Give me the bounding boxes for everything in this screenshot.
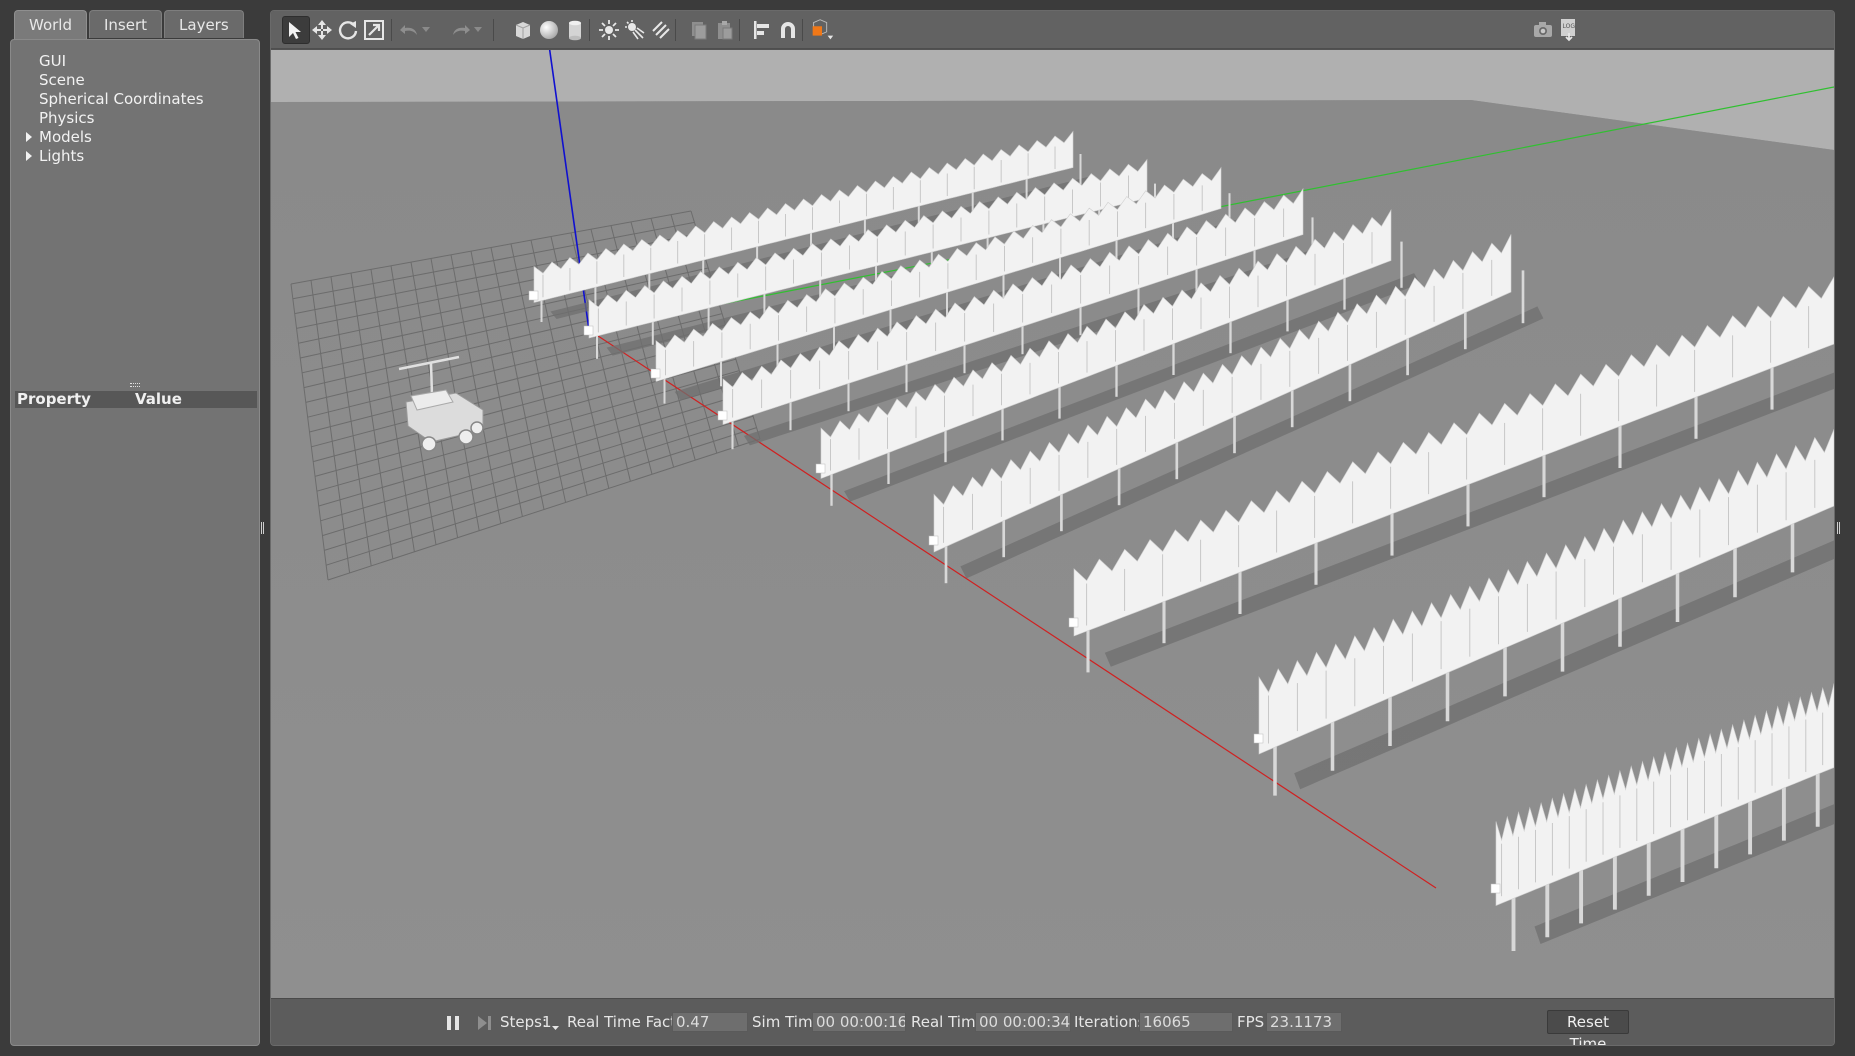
property-column-header: Property bbox=[17, 390, 91, 408]
snap-magnet-icon[interactable] bbox=[774, 16, 802, 44]
right-panel-collapse-handle[interactable] bbox=[1837, 522, 1840, 534]
spot-light-icon[interactable] bbox=[621, 16, 649, 44]
property-table-header: Property Value bbox=[15, 391, 257, 408]
steps-label: Steps: bbox=[500, 1013, 548, 1031]
tab-world[interactable]: World bbox=[14, 10, 87, 40]
world-tree: GUI Scene Spherical Coordinates Physics … bbox=[11, 52, 259, 166]
view-angle-icon[interactable] bbox=[808, 16, 836, 44]
tree-item-label: Physics bbox=[39, 109, 95, 127]
expand-arrow-icon[interactable] bbox=[26, 151, 32, 161]
tree-item-scene[interactable]: Scene bbox=[11, 71, 259, 90]
reset-time-button[interactable]: Reset Time bbox=[1547, 1010, 1629, 1045]
left-panel-collapse-handle[interactable] bbox=[261, 522, 264, 534]
value-column-header: Value bbox=[135, 390, 182, 408]
step-icon[interactable] bbox=[474, 1009, 496, 1037]
tree-item-models[interactable]: Models bbox=[11, 128, 259, 147]
world-panel: GUI Scene Spherical Coordinates Physics … bbox=[10, 39, 260, 1046]
expand-arrow-icon[interactable] bbox=[26, 132, 32, 142]
splitter-handle[interactable] bbox=[130, 383, 140, 387]
copy-icon[interactable] bbox=[685, 16, 713, 44]
log-icon[interactable]: LOG bbox=[1555, 16, 1583, 44]
tab-layers[interactable]: Layers bbox=[164, 10, 244, 38]
tree-item-label: Spherical Coordinates bbox=[39, 90, 204, 108]
sim-time-field: 00 00:00:16.065 bbox=[812, 1012, 906, 1032]
scene-render[interactable] bbox=[271, 50, 1834, 998]
tree-item-label: Models bbox=[39, 128, 92, 146]
svg-text:LOG: LOG bbox=[1563, 23, 1576, 30]
toolbar: LOG bbox=[271, 11, 1834, 49]
real-time-factor-field: 0.47 bbox=[672, 1012, 748, 1032]
tree-item-label: GUI bbox=[39, 52, 67, 70]
left-panel: World Insert Layers GUI Scene Spherical … bbox=[10, 10, 260, 1046]
rotate-icon[interactable] bbox=[334, 16, 362, 44]
align-icon[interactable] bbox=[748, 16, 776, 44]
tree-item-lights[interactable]: Lights bbox=[11, 147, 259, 166]
tree-item-physics[interactable]: Physics bbox=[11, 109, 259, 128]
sphere-icon[interactable] bbox=[535, 16, 563, 44]
real-time-field: 00 00:00:34.420 bbox=[975, 1012, 1071, 1032]
directional-light-icon[interactable] bbox=[647, 16, 675, 44]
steps-spinner-icon[interactable] bbox=[552, 1018, 560, 1036]
translate-icon[interactable] bbox=[308, 16, 336, 44]
tree-item-spherical-coordinates[interactable]: Spherical Coordinates bbox=[11, 90, 259, 109]
box-icon[interactable] bbox=[509, 16, 537, 44]
cylinder-icon[interactable] bbox=[561, 16, 589, 44]
tree-item-label: Scene bbox=[39, 71, 85, 89]
panel-tabs: World Insert Layers bbox=[14, 10, 246, 40]
tree-item-gui[interactable]: GUI bbox=[11, 52, 259, 71]
undo-dropdown-icon[interactable] bbox=[419, 16, 433, 44]
fps-field: 23.1173 bbox=[1266, 1012, 1342, 1032]
scale-icon[interactable] bbox=[360, 16, 388, 44]
steps-value[interactable]: 1 bbox=[542, 1013, 552, 1031]
3d-viewport[interactable] bbox=[271, 50, 1834, 998]
main-area: LOG Steps: 1 Real Time Factor: 0.47 Sim … bbox=[270, 10, 1835, 1046]
status-bar: Steps: 1 Real Time Factor: 0.47 Sim Time… bbox=[271, 998, 1834, 1045]
paste-icon[interactable] bbox=[711, 16, 739, 44]
pause-icon[interactable] bbox=[442, 1009, 464, 1037]
select-arrow-icon[interactable] bbox=[282, 16, 310, 44]
iterations-field: 16065 bbox=[1139, 1012, 1233, 1032]
tree-item-label: Lights bbox=[39, 147, 85, 165]
tab-insert[interactable]: Insert bbox=[89, 10, 163, 38]
redo-dropdown-icon[interactable] bbox=[471, 16, 485, 44]
point-light-icon[interactable] bbox=[595, 16, 623, 44]
fps-label: FPS: bbox=[1237, 1013, 1270, 1031]
screenshot-camera-icon[interactable] bbox=[1529, 16, 1557, 44]
